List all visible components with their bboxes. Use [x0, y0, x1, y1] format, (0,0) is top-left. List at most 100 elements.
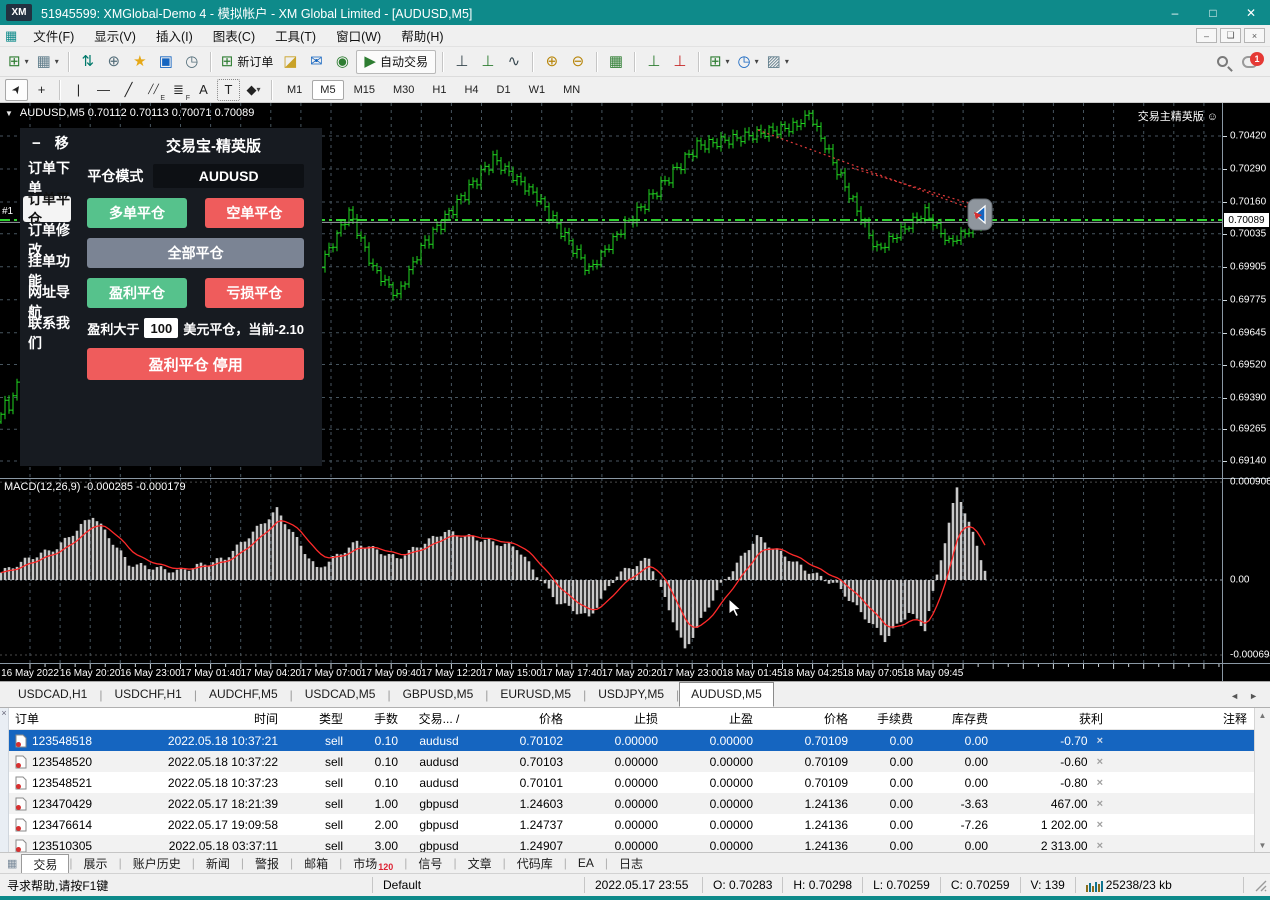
indicator-list-button[interactable]: ⊥ — [668, 50, 692, 74]
menu-item-帮助(H)[interactable]: 帮助(H) — [391, 26, 453, 45]
terminal-scrollbar[interactable]: ▲ ▼ — [1254, 708, 1270, 852]
close-order-icon[interactable]: × — [1097, 819, 1103, 831]
col-header-5[interactable]: 交易... / — [404, 710, 474, 727]
vertical-line-tool[interactable]: | — [67, 79, 90, 101]
terminal-tab-信号[interactable]: 信号 — [407, 854, 453, 873]
panel-move-handle[interactable]: 移 — [55, 133, 69, 153]
cursor-tool[interactable]: ➤ — [5, 79, 28, 101]
chart-tab-USDCAD,H1[interactable]: USDCAD,H1 — [6, 682, 99, 707]
equidistant-channel-tool[interactable]: ╱╱E — [142, 79, 165, 101]
close-order-icon[interactable]: × — [1097, 735, 1103, 747]
notifications-icon[interactable]: 1 — [1242, 56, 1258, 68]
col-header-11[interactable]: 库存费 — [919, 710, 994, 727]
col-header-12[interactable]: 获利 — [994, 710, 1109, 727]
terminal-close-strip[interactable]: × — [0, 708, 9, 852]
profit-close-toggle-button[interactable]: 盈利平仓 停用 — [87, 348, 304, 380]
close-loss-orders-button[interactable]: 亏损平仓 — [205, 278, 304, 308]
trendline-tool[interactable]: ╱ — [117, 79, 140, 101]
close-order-icon[interactable]: × — [1097, 840, 1103, 852]
panel-menu-挂单功能[interactable]: 挂单功能 — [23, 258, 71, 284]
col-header-3[interactable]: 类型 — [284, 710, 349, 727]
close-order-icon[interactable]: × — [1097, 756, 1103, 768]
mdi-minimize-button[interactable]: – — [1196, 28, 1217, 43]
panel-menu-网址导航[interactable]: 网址导航 — [23, 289, 71, 315]
col-header-2[interactable]: 时间 — [139, 710, 284, 727]
menu-item-插入(I)[interactable]: 插入(I) — [146, 26, 203, 45]
line-chart-mode-button[interactable]: ∿ — [502, 50, 526, 74]
terminal-tab-EA[interactable]: EA — [567, 855, 605, 871]
col-header-9[interactable]: 价格 — [759, 710, 854, 727]
chevron-down-icon[interactable]: ▼ — [5, 109, 13, 118]
col-header-10[interactable]: 手续费 — [854, 710, 919, 727]
order-row-123548521[interactable]: 1235485212022.05.18 10:37:23sell0.10audu… — [9, 772, 1254, 793]
strategy-tester-button[interactable]: ◷ — [180, 50, 204, 74]
chart-symbol-header[interactable]: ▼ AUDUSD,M5 0.70112 0.70113 0.70071 0.70… — [5, 107, 254, 119]
navigator-button[interactable]: ★ — [128, 50, 152, 74]
terminal-tab-交易[interactable]: 交易 — [21, 854, 69, 874]
tile-windows-button[interactable]: ▦ — [604, 50, 628, 74]
terminal-tab-警报[interactable]: 警报 — [244, 854, 290, 873]
close-order-icon[interactable]: × — [1097, 777, 1103, 789]
profiles-button[interactable]: ▦▾ — [34, 50, 62, 74]
new-chart-button[interactable]: ⊞▾ — [5, 50, 32, 74]
bar-chart-mode-button[interactable]: ⊥ — [450, 50, 474, 74]
close-mode-symbol-select[interactable]: AUDUSD — [153, 164, 304, 188]
data-window-button[interactable]: ⊕ — [102, 50, 126, 74]
search-icon[interactable] — [1217, 56, 1228, 67]
timeframe-M5[interactable]: M5 — [312, 80, 343, 100]
close-button[interactable]: ✕ — [1232, 0, 1270, 25]
menu-item-文件(F)[interactable]: 文件(F) — [23, 26, 84, 45]
scroll-down-icon[interactable]: ▼ — [1255, 841, 1270, 850]
chart-tab-GBPUSD,M5[interactable]: GBPUSD,M5 — [391, 682, 486, 707]
scroll-up-icon[interactable]: ▲ — [1255, 708, 1270, 720]
col-header-1[interactable]: 订单 — [9, 710, 139, 727]
close-all-orders-button[interactable]: 全部平仓 — [87, 238, 304, 268]
maximize-button[interactable]: □ — [1194, 0, 1232, 25]
metaeditor-button[interactable]: ◪ — [278, 50, 302, 74]
chart-tab-AUDUSD,M5[interactable]: AUDUSD,M5 — [679, 682, 774, 707]
trend-line-1[interactable] — [758, 130, 980, 212]
text-tool[interactable]: A — [192, 79, 215, 101]
periods-button[interactable]: ◷▾ — [735, 50, 762, 74]
new-order-button[interactable]: ⊞新订单 — [218, 50, 277, 74]
pane-separator[interactable] — [0, 478, 1270, 479]
mdi-close-button[interactable]: × — [1244, 28, 1265, 43]
horizontal-line-tool[interactable]: — — [92, 79, 115, 101]
timeframe-W1[interactable]: W1 — [521, 80, 554, 100]
col-header-13[interactable]: 注释 — [1109, 710, 1253, 727]
panel-menu-订单修改[interactable]: 订单修改 — [23, 227, 71, 253]
add-indicator-button[interactable]: ⊞▾ — [706, 50, 733, 74]
timeframe-H4[interactable]: H4 — [456, 80, 486, 100]
zoom-out-button[interactable]: ⊖ — [566, 50, 590, 74]
chart-tab-USDJPY,M5[interactable]: USDJPY,M5 — [586, 682, 676, 707]
order-row-123548518[interactable]: 1235485182022.05.18 10:37:21sell0.10audu… — [9, 730, 1254, 751]
terminal-tab-代码库[interactable]: 代码库 — [506, 854, 564, 873]
candle-chart-mode-button[interactable]: ⊥ — [476, 50, 500, 74]
order-row-123476614[interactable]: 1234766142022.05.17 19:09:58sell2.00gbpu… — [9, 814, 1254, 835]
timeframe-M1[interactable]: M1 — [279, 80, 310, 100]
zoom-in-button[interactable]: ⊕ — [540, 50, 564, 74]
timeframe-MN[interactable]: MN — [555, 80, 588, 100]
macd-indicator-chart[interactable] — [0, 478, 1222, 663]
shapes-tool[interactable]: ◆▾ — [242, 79, 265, 101]
indicators-button[interactable]: ⊥ — [642, 50, 666, 74]
autotrading-button[interactable]: ▶自动交易 — [356, 50, 436, 74]
menu-item-显示(V)[interactable]: 显示(V) — [84, 26, 146, 45]
trend-line-2[interactable] — [852, 168, 978, 206]
terminal-tab-新闻[interactable]: 新闻 — [195, 854, 241, 873]
terminal-tab-日志[interactable]: 日志 — [608, 854, 654, 873]
terminal-tab-邮箱[interactable]: 邮箱 — [293, 854, 339, 873]
col-header-8[interactable]: 止盈 — [664, 710, 759, 727]
menu-item-工具(T)[interactable]: 工具(T) — [265, 26, 326, 45]
menu-item-窗口(W)[interactable]: 窗口(W) — [326, 26, 391, 45]
close-order-icon[interactable]: × — [1097, 798, 1103, 810]
terminal-tab-文章[interactable]: 文章 — [457, 854, 503, 873]
close-sell-orders-button[interactable]: 空单平仓 — [205, 198, 304, 228]
timeframe-D1[interactable]: D1 — [489, 80, 519, 100]
panel-menu-联系我们[interactable]: 联系我们 — [23, 320, 71, 346]
close-buy-orders-button[interactable]: 多单平仓 — [87, 198, 186, 228]
profit-threshold-input[interactable]: 100 — [144, 318, 178, 338]
label-tool[interactable]: T — [217, 79, 240, 101]
panel-menu-订单平仓[interactable]: 订单平仓 — [23, 196, 71, 222]
community-button[interactable]: ◉ — [330, 50, 354, 74]
